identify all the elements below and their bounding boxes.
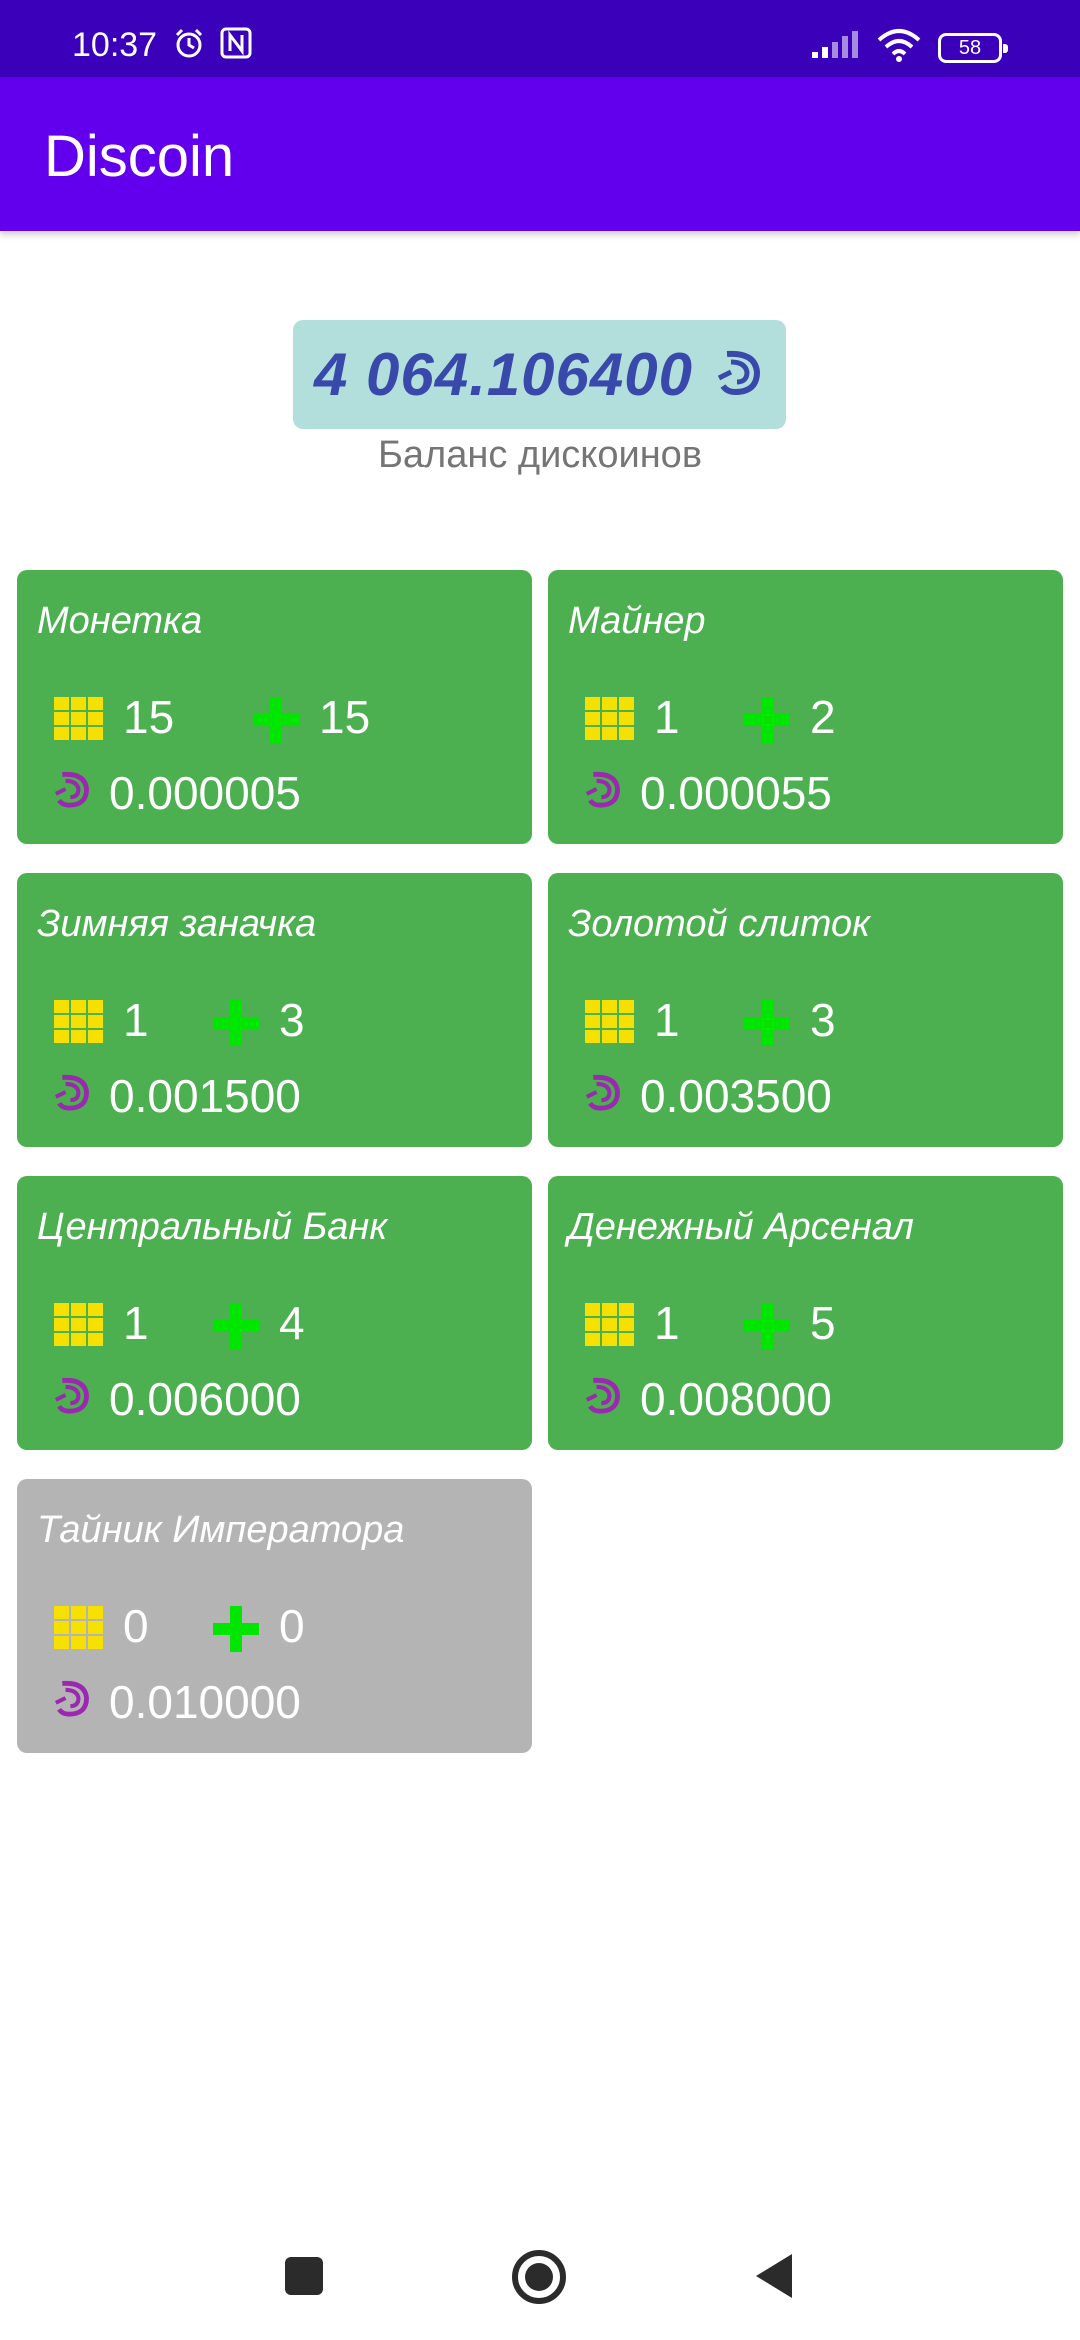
plus-value: 2 [810,691,836,743]
plus-icon[interactable] [211,1604,261,1659]
generator-card[interactable]: Майнер 1 2 0.000055 [548,570,1063,844]
plus-value: 15 [319,691,371,743]
card-title: Монетка [37,600,203,642]
balance-label: Баланс дискоинов [377,434,703,476]
plus-value: 0 [279,1600,305,1652]
plus-value: 5 [810,1297,836,1349]
card-title: Майнер [568,600,706,642]
generator-card[interactable]: Золотой слиток 1 3 0.003500 [548,873,1063,1147]
navigation-bar [0,2240,1080,2340]
wifi-icon [876,28,922,67]
signal-icon [810,30,860,65]
app-bar: Discoin [0,77,1080,231]
discoin-icon [582,768,624,815]
plus-icon[interactable] [211,998,261,1053]
owned-count: 1 [654,1297,680,1349]
grid-icon [53,696,105,747]
income-value: 0.000055 [640,767,832,819]
owned-count: 1 [123,1297,149,1349]
generator-card[interactable]: Денежный Арсенал 1 5 0.008000 [548,1176,1063,1450]
plus-value: 3 [279,994,305,1046]
generator-card[interactable]: Тайник Императора 0 0 0.010000 [17,1479,532,1753]
owned-count: 1 [654,994,680,1046]
app-title: Discoin [44,124,235,189]
owned-count: 1 [654,691,680,743]
card-title: Золотой слиток [568,903,871,945]
plus-icon[interactable] [211,1301,261,1356]
card-title: Центральный Банк [37,1206,388,1248]
discoin-icon [51,1071,93,1118]
discoin-icon [51,1374,93,1421]
plus-value: 3 [810,994,836,1046]
discoin-icon [51,768,93,815]
grid-icon [584,696,636,747]
income-value: 0.001500 [109,1070,301,1122]
discoin-icon [582,1374,624,1421]
discoin-icon [51,1677,93,1724]
grid-icon [53,1302,105,1353]
card-title: Зимняя заначка [37,903,317,945]
plus-icon[interactable] [742,695,792,750]
income-value: 0.006000 [109,1373,301,1425]
battery-icon: 58 [938,32,1008,63]
income-value: 0.000005 [109,767,301,819]
owned-count: 15 [123,691,175,743]
status-left-icons [172,27,252,66]
discoin-icon [582,1071,624,1118]
generator-card[interactable]: Зимняя заначка 1 3 0.001500 [17,873,532,1147]
balance-box: 4 064.106400 [293,320,786,429]
nfc-icon [220,27,252,66]
plus-icon[interactable] [251,695,301,750]
grid-icon [53,999,105,1050]
plus-icon[interactable] [742,998,792,1053]
owned-count: 1 [123,994,149,1046]
income-value: 0.010000 [109,1676,301,1728]
income-value: 0.008000 [640,1373,832,1425]
card-title: Денежный Арсенал [568,1206,914,1248]
plus-value: 4 [279,1297,305,1349]
balance-value: 4 064.106400 [313,341,694,408]
recents-button[interactable] [282,2254,326,2303]
alarm-icon [172,27,206,66]
status-bar: 10:37 58 [0,0,1080,77]
home-button[interactable] [511,2249,567,2310]
plus-icon[interactable] [742,1301,792,1356]
income-value: 0.003500 [640,1070,832,1122]
status-time: 10:37 [72,26,158,64]
grid-icon [53,1605,105,1656]
back-button[interactable] [754,2252,794,2305]
status-right-icons: 58 [810,28,1008,67]
grid-icon [584,999,636,1050]
discoin-icon [713,346,765,403]
grid-icon [584,1302,636,1353]
owned-count: 0 [123,1600,149,1652]
generator-card[interactable]: Монетка 15 15 0.000005 [17,570,532,844]
card-title: Тайник Императора [37,1509,405,1551]
generator-card[interactable]: Центральный Банк 1 4 0.006000 [17,1176,532,1450]
